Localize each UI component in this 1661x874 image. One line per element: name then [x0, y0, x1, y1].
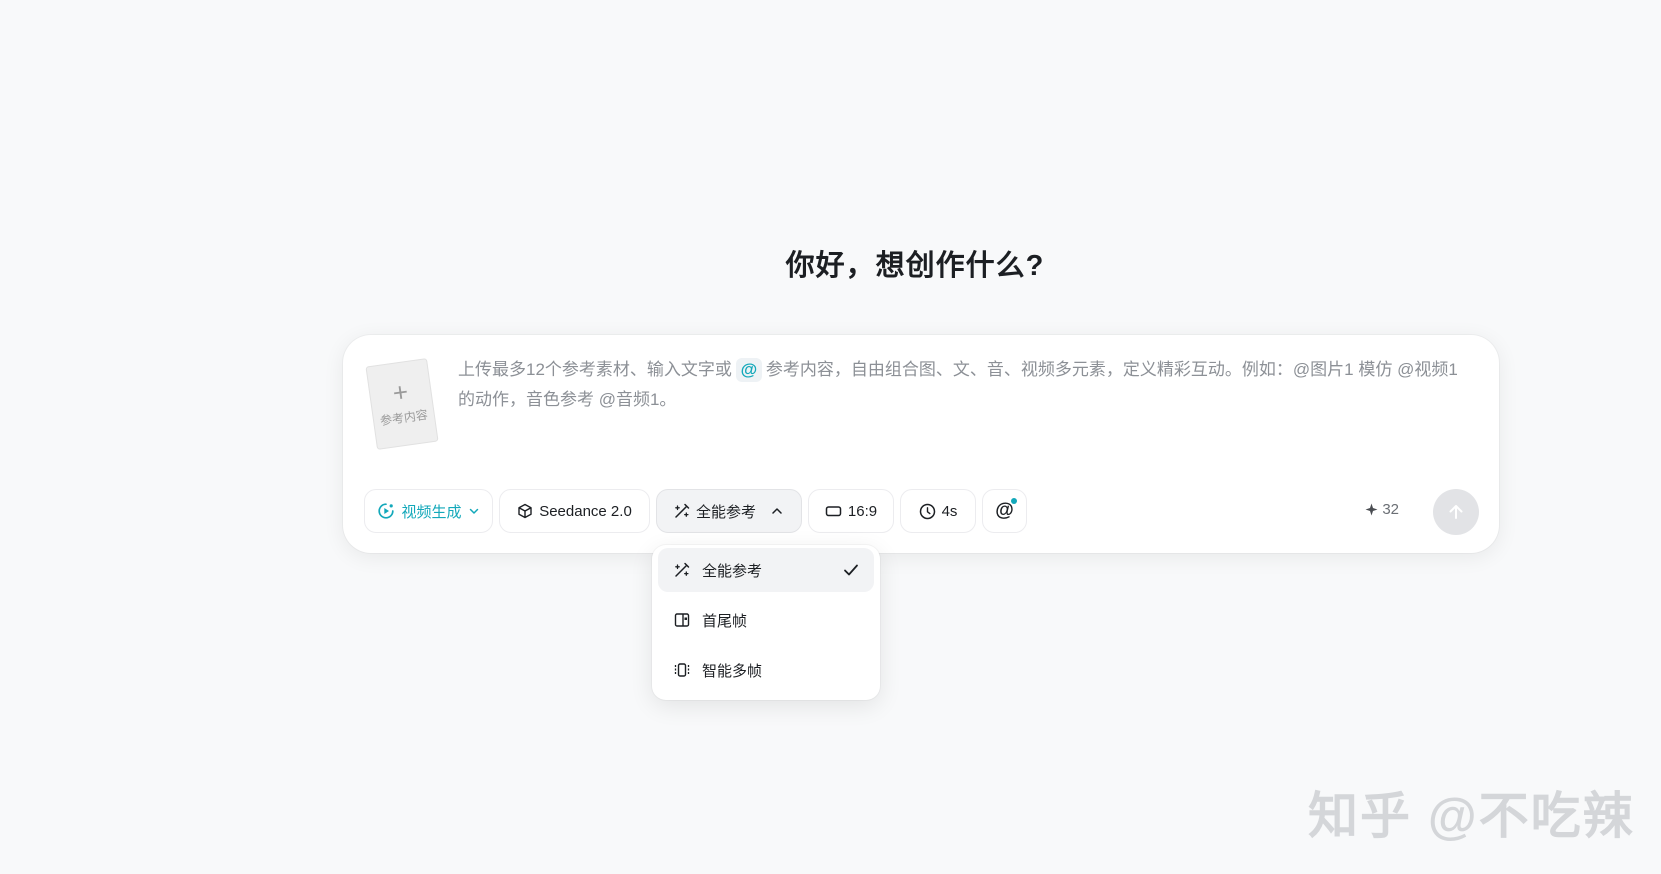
wand-icon: [675, 503, 690, 518]
composer-toolbar: 视频生成 Seedance 2.0 全能参考 16:9 4s @ 32: [364, 489, 1479, 535]
prompt-placeholder-start: 上传最多12个参考素材、输入文字或: [458, 360, 732, 379]
greeting-title: 你好，想创作什么?: [785, 250, 1045, 282]
mention-label: @: [995, 500, 1014, 521]
model-label: Seedance 2.0: [539, 502, 632, 520]
dropdown-item-label: 首尾帧: [702, 612, 748, 630]
prompt-input[interactable]: 上传最多12个参考素材、输入文字或 @ 参考内容，自由组合图、文、音、视频多元素，定…: [458, 355, 1468, 415]
frame-icon: [674, 613, 690, 627]
reference-mode-label: 全能参考: [695, 503, 756, 521]
dropdown-item-label: 智能多帧: [702, 662, 763, 680]
duration-label: 4s: [941, 502, 958, 520]
aspect-ratio-button[interactable]: 16:9: [808, 489, 894, 533]
aspect-ratio-icon: [825, 506, 842, 517]
watermark: 知乎 @不吃辣: [1308, 788, 1635, 844]
sparkle-icon: [1365, 503, 1378, 516]
reference-card-label: 参考内容: [379, 407, 429, 429]
clock-icon: [919, 503, 935, 519]
video-generate-icon: [378, 503, 395, 519]
credits-display: 32: [1365, 501, 1399, 518]
reference-upload-card[interactable]: + 参考内容: [365, 358, 439, 450]
credits-count: 32: [1382, 501, 1399, 518]
dropdown-item-first-last-frame[interactable]: 首尾帧: [658, 598, 874, 642]
dropdown-item-smart-multiframe[interactable]: 智能多帧: [658, 648, 874, 692]
dropdown-item-all-reference[interactable]: 全能参考: [658, 548, 874, 592]
mode-label: 视频生成: [401, 503, 462, 521]
multiframe-icon: [674, 663, 690, 677]
reference-mode-button[interactable]: 全能参考: [656, 489, 802, 533]
notification-dot: [1011, 498, 1017, 504]
aspect-ratio-label: 16:9: [847, 502, 878, 520]
mention-button[interactable]: @: [982, 489, 1027, 533]
send-button[interactable]: [1433, 489, 1479, 535]
arrow-up-icon: [1449, 505, 1463, 519]
chevron-down-icon: [469, 508, 478, 514]
cube-icon: [518, 503, 532, 519]
at-mention-chip: @: [735, 358, 762, 382]
model-select-button[interactable]: Seedance 2.0: [499, 489, 650, 533]
checkmark-icon: [844, 564, 858, 576]
dropdown-item-label: 全能参考: [702, 562, 763, 580]
chevron-up-icon: [772, 508, 782, 514]
plus-icon: +: [390, 376, 410, 409]
composer-panel: + 参考内容 上传最多12个参考素材、输入文字或 @ 参考内容，自由组合图、文、音、…: [343, 335, 1499, 553]
wand-icon: [675, 562, 690, 577]
duration-button[interactable]: 4s: [900, 489, 976, 533]
reference-mode-dropdown: 全能参考 首尾帧 智能多帧: [652, 545, 880, 700]
mode-select-button[interactable]: 视频生成: [364, 489, 493, 533]
